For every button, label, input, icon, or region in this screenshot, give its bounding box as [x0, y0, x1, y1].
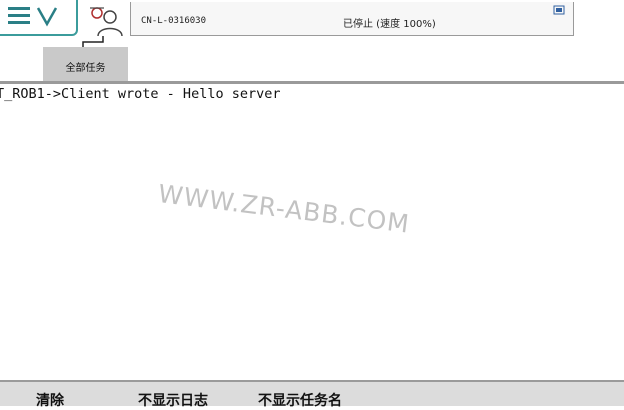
chevron-down-icon [36, 7, 58, 27]
operator-icon[interactable] [86, 4, 126, 38]
controller-status: 已停止 (速度 100%) [343, 19, 436, 30]
bottom-toolbar: 清除 不显示日志 不显示任务名 [0, 380, 624, 409]
hide-log-button[interactable]: 不显示日志 [138, 390, 208, 410]
main-menu-button[interactable] [0, 0, 78, 36]
hide-task-name-button[interactable]: 不显示任务名 [258, 390, 342, 410]
log-area[interactable]: T_ROB1->Client wrote - Hello server WWW.… [0, 84, 624, 380]
tab-all-tasks[interactable]: 全部任务 [43, 47, 128, 81]
tab-connector-line [82, 36, 104, 47]
controller-id: CN-L-0316030 [141, 16, 207, 26]
status-panel[interactable]: CN-L-0316030 已停止 (速度 100%) [130, 2, 574, 36]
hamburger-menu-icon [8, 7, 58, 27]
tab-all-tasks-label: 全部任务 [65, 63, 106, 74]
controller-status-icon [553, 5, 565, 15]
log-line: T_ROB1->Client wrote - Hello server [0, 86, 281, 102]
watermark: WWW.ZR-ABB.COM [156, 179, 412, 239]
clear-button[interactable]: 清除 [36, 390, 64, 410]
